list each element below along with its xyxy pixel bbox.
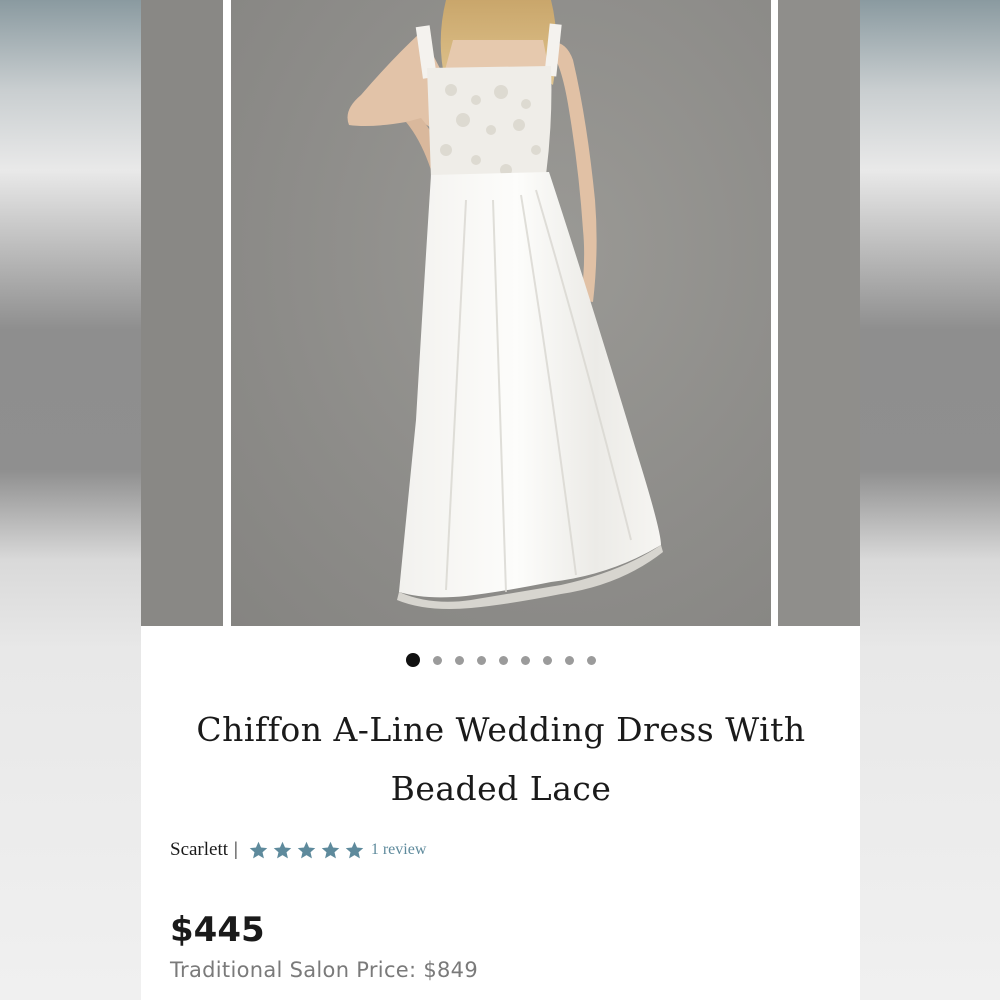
- review-count-link[interactable]: 1 review: [371, 841, 427, 859]
- product-title: Chiffon A-Line Wedding Dress With Beaded…: [161, 700, 841, 818]
- next-slide-photo: [778, 0, 860, 626]
- product-price: $445: [170, 910, 265, 950]
- rating-stars[interactable]: [248, 840, 365, 861]
- product-title-line-1: Chiffon A-Line Wedding Dress With: [196, 710, 806, 749]
- meta-separator: |: [234, 839, 238, 860]
- carousel-dot-7[interactable]: [542, 655, 552, 665]
- carousel-prev-slide[interactable]: [141, 0, 223, 626]
- star-icon: [345, 841, 364, 858]
- carousel-dot-2[interactable]: [432, 655, 442, 665]
- carousel-dot-8[interactable]: [564, 655, 574, 665]
- carousel-dots: [141, 650, 860, 670]
- brand-name[interactable]: Scarlett: [170, 839, 228, 861]
- carousel-dot-6[interactable]: [520, 655, 530, 665]
- prev-slide-photo: [141, 0, 223, 626]
- carousel-dot-9[interactable]: [586, 655, 596, 665]
- star-icon: [249, 841, 268, 858]
- dress-photo: [347, 0, 663, 609]
- carousel-dot-3[interactable]: [454, 655, 464, 665]
- carousel-dot-1[interactable]: [405, 653, 420, 667]
- carousel-dot-4[interactable]: [476, 655, 486, 665]
- star-icon: [321, 841, 340, 858]
- carousel-main-slide[interactable]: [231, 0, 771, 626]
- carousel-next-slide[interactable]: [778, 0, 860, 626]
- product-title-line-2: Beaded Lace: [390, 769, 612, 808]
- product-meta: Scarlett | 1 review: [170, 838, 426, 862]
- star-icon: [273, 841, 292, 858]
- carousel-dot-5[interactable]: [498, 655, 508, 665]
- star-icon: [297, 841, 316, 858]
- product-page: Chiffon A-Line Wedding Dress With Beaded…: [141, 0, 860, 1000]
- salon-price: Traditional Salon Price: $849: [170, 958, 479, 982]
- image-carousel[interactable]: [141, 0, 860, 626]
